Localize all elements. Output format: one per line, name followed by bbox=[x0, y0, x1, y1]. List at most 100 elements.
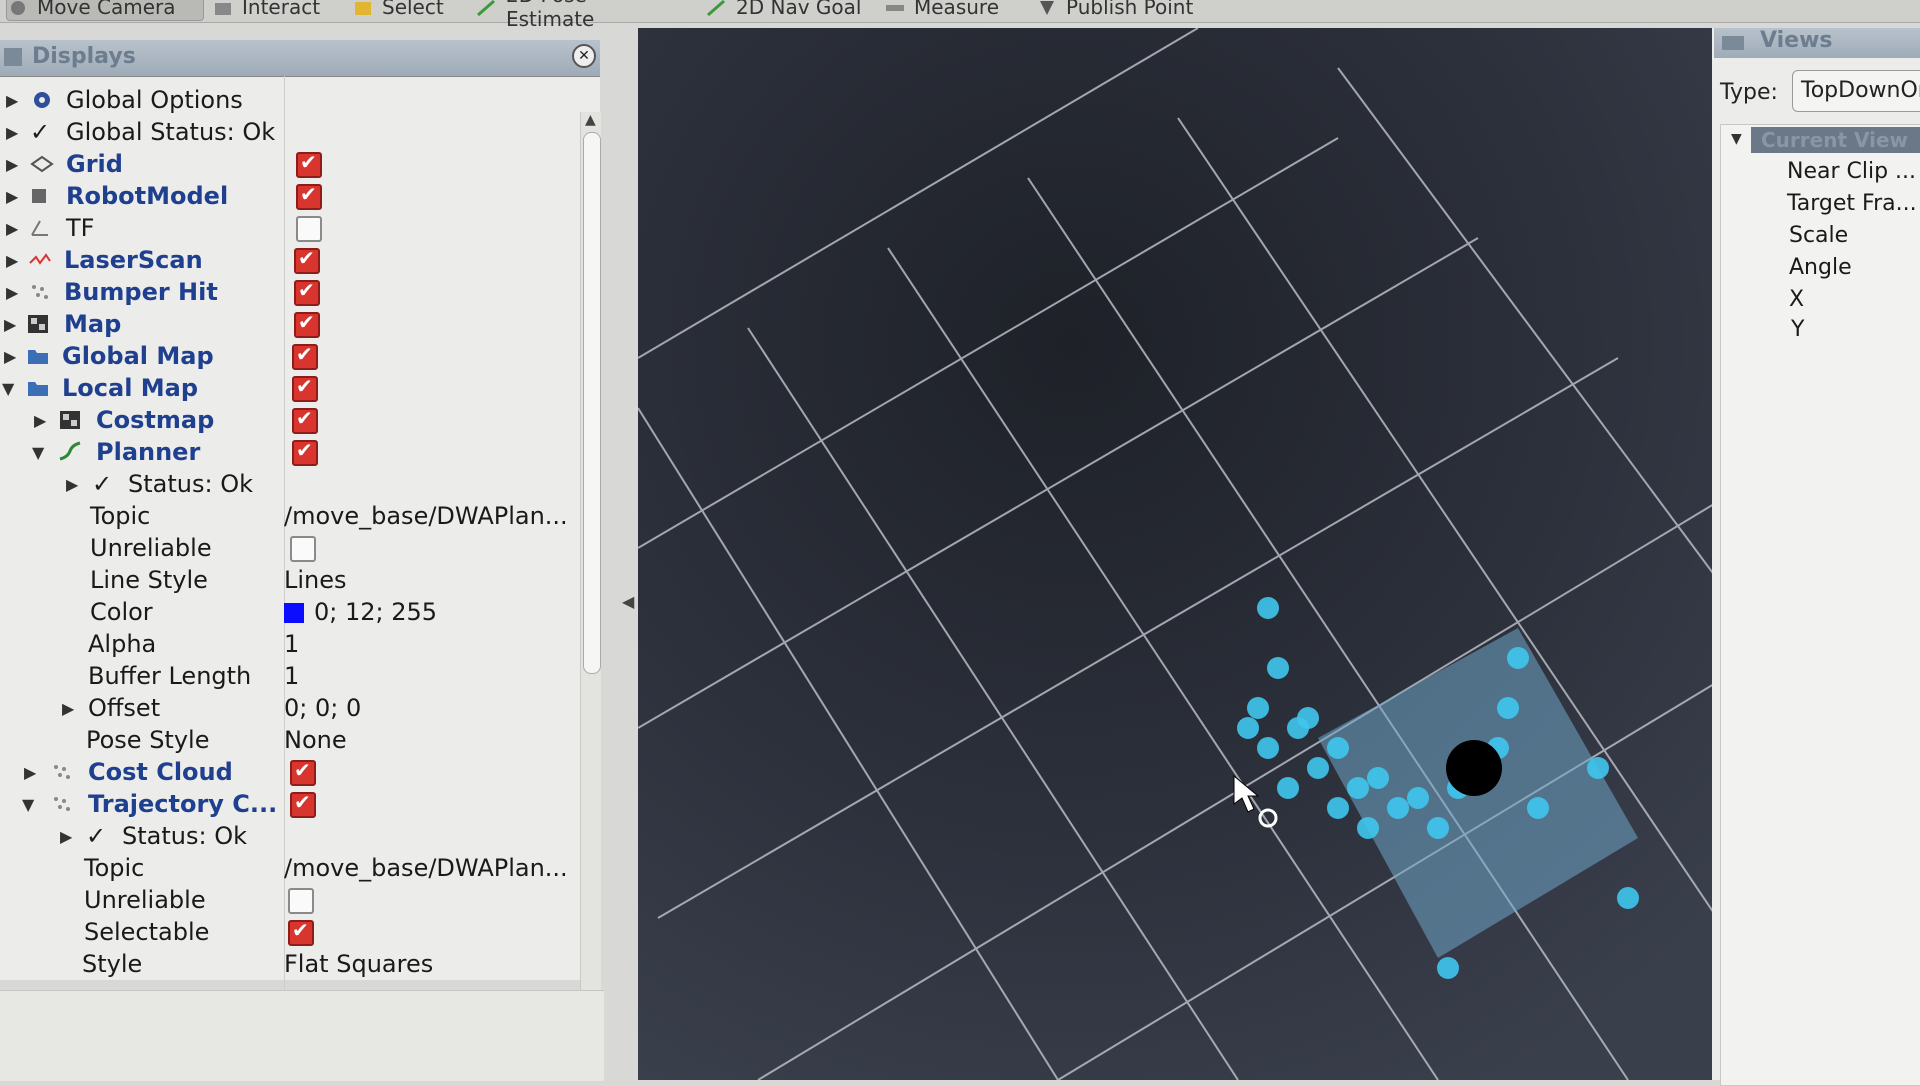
planner-pose-style-row[interactable]: Pose Style None bbox=[0, 724, 578, 756]
pose-estimate-tool[interactable]: 2D Pose Estimate bbox=[476, 0, 676, 31]
trajectory-topic-row[interactable]: Topic /move_base/DWAPlan... bbox=[0, 852, 578, 884]
collapse-arrow-icon[interactable]: ▼ bbox=[32, 443, 44, 462]
robotmodel-checkbox[interactable] bbox=[296, 182, 322, 210]
view-prop-x[interactable]: X bbox=[1789, 287, 1804, 312]
expand-arrow-icon[interactable]: ▶ bbox=[6, 251, 18, 270]
planner-checkbox[interactable] bbox=[292, 438, 318, 466]
planner-unreliable-row[interactable]: Unreliable bbox=[0, 532, 578, 564]
display-item-cost-cloud[interactable]: ▶ Cost Cloud bbox=[0, 756, 578, 788]
expand-arrow-icon[interactable]: ▶ bbox=[6, 283, 18, 302]
scroll-thumb[interactable] bbox=[583, 132, 601, 674]
nav-goal-tool[interactable]: 2D Nav Goal bbox=[706, 0, 876, 20]
color-swatch[interactable] bbox=[284, 603, 304, 623]
buffer-length-value[interactable]: 1 bbox=[284, 662, 299, 690]
display-item-trajectory-cloud[interactable]: ▼ Trajectory C... bbox=[0, 788, 578, 820]
display-item-robotmodel[interactable]: ▶ RobotModel bbox=[0, 180, 578, 212]
select-label: Select bbox=[382, 0, 444, 19]
global-map-checkbox[interactable] bbox=[292, 342, 318, 370]
view-prop-scale[interactable]: Scale bbox=[1789, 223, 1848, 248]
move-camera-tool[interactable]: Move Camera bbox=[6, 0, 204, 21]
expand-arrow-icon[interactable]: ▶ bbox=[6, 91, 18, 110]
view-type-label: Type: bbox=[1720, 80, 1778, 105]
costmap-checkbox[interactable] bbox=[292, 406, 318, 434]
display-item-global-options[interactable]: ▶ Global Options bbox=[0, 84, 578, 116]
expand-arrow-icon[interactable]: ▶ bbox=[24, 763, 36, 782]
map-checkbox[interactable] bbox=[294, 310, 320, 338]
display-item-map[interactable]: ▶ Map bbox=[0, 308, 578, 340]
expand-arrow-icon[interactable]: ▶ bbox=[66, 475, 78, 494]
view-prop-target-frame[interactable]: Target Fra... bbox=[1787, 191, 1917, 216]
displays-scrollbar[interactable]: ▲ ▼ bbox=[580, 112, 601, 1020]
planner-buffer-length-row[interactable]: Buffer Length 1 bbox=[0, 660, 578, 692]
display-item-costmap[interactable]: ▶ Costmap bbox=[0, 404, 578, 436]
current-view-header[interactable]: Current View bbox=[1751, 127, 1920, 153]
trajectory-unreliable-row[interactable]: Unreliable bbox=[0, 884, 578, 916]
collapse-arrow-icon[interactable]: ▼ bbox=[22, 795, 34, 814]
trajectory-style-row[interactable]: Style Flat Squares bbox=[0, 948, 578, 980]
cloud-point bbox=[1407, 787, 1429, 809]
trajectory-cloud-checkbox[interactable] bbox=[290, 790, 316, 818]
color-value[interactable]: 0; 12; 255 bbox=[284, 598, 437, 626]
display-item-bumper-hit[interactable]: ▶ Bumper Hit bbox=[0, 276, 578, 308]
display-item-planner[interactable]: ▼ Planner bbox=[0, 436, 578, 468]
display-item-local-map[interactable]: ▼ Local Map bbox=[0, 372, 578, 404]
planner-status[interactable]: ▶ ✓ Status: Ok bbox=[0, 468, 578, 500]
view-prop-angle[interactable]: Angle bbox=[1789, 255, 1852, 280]
style-value[interactable]: Flat Squares bbox=[284, 950, 433, 978]
laserscan-checkbox[interactable] bbox=[294, 246, 320, 274]
unreliable-checkbox[interactable] bbox=[288, 888, 314, 914]
path-icon bbox=[58, 441, 82, 463]
collapse-left-icon[interactable]: ◀ bbox=[622, 592, 634, 611]
trajectory-topic-value[interactable]: /move_base/DWAPlan... bbox=[284, 854, 568, 882]
view-prop-y[interactable]: Y bbox=[1791, 317, 1804, 342]
render-viewport[interactable] bbox=[638, 28, 1724, 1080]
unreliable-checkbox[interactable] bbox=[290, 536, 316, 562]
alpha-value[interactable]: 1 bbox=[284, 630, 299, 658]
expand-arrow-icon[interactable]: ▶ bbox=[4, 315, 16, 334]
bumper-hit-checkbox[interactable] bbox=[294, 278, 320, 306]
planner-alpha-row[interactable]: Alpha 1 bbox=[0, 628, 578, 660]
trajectory-status[interactable]: ▶ ✓ Status: Ok bbox=[0, 820, 578, 852]
view-type-select[interactable]: TopDownOrtho bbox=[1792, 70, 1920, 112]
cost-cloud-checkbox[interactable] bbox=[290, 758, 316, 786]
planner-topic-value[interactable]: /move_base/DWAPlan... bbox=[284, 502, 568, 530]
display-item-tf[interactable]: ▶ TF bbox=[0, 212, 578, 244]
display-item-global-map[interactable]: ▶ Global Map bbox=[0, 340, 578, 372]
display-item-laserscan[interactable]: ▶ LaserScan bbox=[0, 244, 578, 276]
close-icon[interactable]: ✕ bbox=[572, 44, 596, 68]
expand-arrow-icon[interactable]: ▶ bbox=[60, 827, 72, 846]
collapse-arrow-icon[interactable]: ▼ bbox=[2, 379, 14, 398]
expand-arrow-icon[interactable]: ▶ bbox=[62, 699, 74, 718]
line-style-value[interactable]: Lines bbox=[284, 566, 347, 594]
planner-line-style-row[interactable]: Line Style Lines bbox=[0, 564, 578, 596]
display-item-grid[interactable]: ▶ Grid bbox=[0, 148, 578, 180]
publish-point-tool[interactable]: Publish Point bbox=[1036, 0, 1216, 20]
interact-tool[interactable]: Interact bbox=[212, 0, 332, 20]
expand-arrow-icon[interactable]: ▶ bbox=[6, 219, 18, 238]
trajectory-selectable-row[interactable]: Selectable bbox=[0, 916, 578, 948]
collapse-arrow-icon[interactable]: ▼ bbox=[1731, 131, 1742, 147]
planner-color-row[interactable]: Color 0; 12; 255 bbox=[0, 596, 578, 628]
select-tool[interactable]: Select bbox=[352, 0, 452, 20]
display-item-global-status[interactable]: ▶ ✓ Global Status: Ok bbox=[0, 116, 578, 148]
expand-arrow-icon[interactable]: ▶ bbox=[6, 155, 18, 174]
expand-arrow-icon[interactable]: ▶ bbox=[4, 347, 16, 366]
pose-style-value[interactable]: None bbox=[284, 726, 347, 754]
view-prop-near-clip[interactable]: Near Clip ... bbox=[1787, 159, 1916, 184]
status-label: Status: Ok bbox=[122, 822, 247, 850]
offset-value[interactable]: 0; 0; 0 bbox=[284, 694, 361, 722]
expand-arrow-icon[interactable]: ▶ bbox=[6, 187, 18, 206]
tf-checkbox[interactable] bbox=[296, 216, 322, 242]
grid-checkbox[interactable] bbox=[296, 150, 322, 178]
planner-offset-row[interactable]: ▶ Offset 0; 0; 0 bbox=[0, 692, 578, 724]
planner-topic-row[interactable]: Topic /move_base/DWAPlan... bbox=[0, 500, 578, 532]
selectable-checkbox[interactable] bbox=[288, 918, 314, 946]
scene-canvas[interactable] bbox=[638, 28, 1724, 1080]
scroll-up-icon[interactable]: ▲ bbox=[585, 112, 596, 128]
cloud-point bbox=[1587, 757, 1609, 779]
nav-goal-icon bbox=[706, 0, 728, 17]
expand-arrow-icon[interactable]: ▶ bbox=[6, 123, 18, 142]
local-map-checkbox[interactable] bbox=[292, 374, 318, 402]
expand-arrow-icon[interactable]: ▶ bbox=[34, 411, 46, 430]
measure-tool[interactable]: Measure bbox=[884, 0, 1004, 20]
